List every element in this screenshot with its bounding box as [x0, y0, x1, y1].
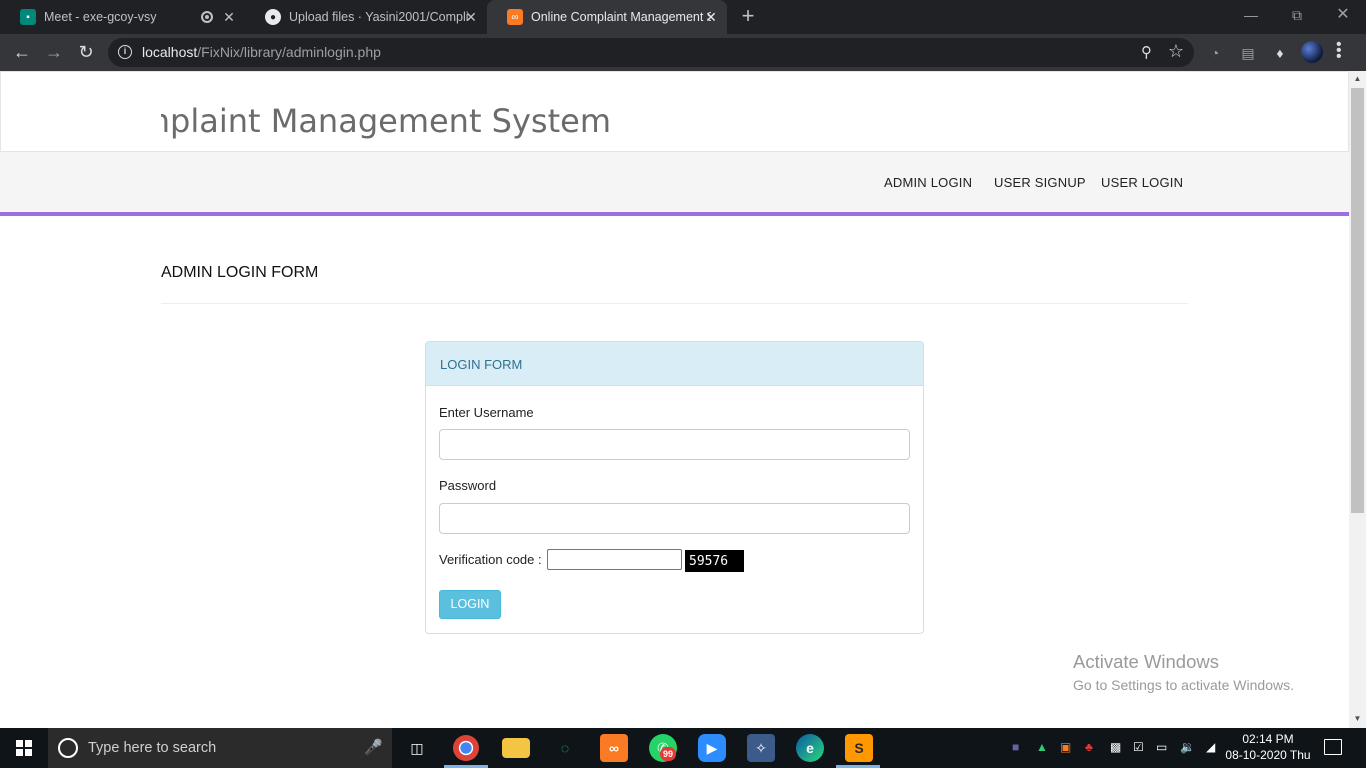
forward-button[interactable]: →: [42, 41, 66, 65]
tray-icon[interactable]: ♣: [1085, 740, 1093, 754]
tab-title: Meet - exe-gcoy-vsy: [44, 10, 157, 24]
password-input[interactable]: [439, 503, 910, 534]
tray-icon-2[interactable]: ▩: [1110, 740, 1121, 754]
activate-windows-watermark: Activate Windows Go to Settings to activ…: [1073, 651, 1294, 693]
search-placeholder: Type here to search: [88, 740, 217, 756]
action-center-icon[interactable]: [1324, 739, 1342, 755]
teams-tray-icon[interactable]: ■: [1012, 740, 1019, 754]
recording-icon: [201, 11, 213, 23]
google-meet-icon: ▪: [20, 9, 36, 25]
nav-admin-login[interactable]: ADMIN LOGIN: [884, 175, 972, 190]
extension-icon[interactable]: ◔: [1205, 43, 1225, 63]
close-icon[interactable]: ✕: [221, 9, 237, 25]
url-text[interactable]: localhost/FixNix/library/adminlogin.php: [142, 44, 381, 60]
username-input[interactable]: [439, 429, 910, 460]
close-window-button[interactable]: ✕: [1320, 4, 1366, 28]
github-icon: ●: [265, 9, 281, 25]
page-scrollbar[interactable]: ▲ ▼: [1349, 71, 1366, 728]
windows-start-icon[interactable]: [16, 740, 32, 756]
xampp-icon: ∞: [507, 9, 523, 25]
extension-chart-icon[interactable]: ▤: [1238, 43, 1258, 63]
tab-title: Online Complaint Management S: [531, 10, 711, 24]
wifi-icon[interactable]: ◢: [1206, 740, 1215, 754]
verification-label: Verification code :: [439, 552, 542, 567]
menu-icon[interactable]: • • •: [1336, 37, 1342, 65]
username-label: Enter Username: [439, 405, 534, 420]
login-button[interactable]: LOGIN: [439, 590, 501, 619]
zoom-app-icon[interactable]: ▶: [698, 734, 726, 762]
address-bar[interactable]: i localhost/FixNix/library/adminlogin.ph…: [108, 38, 1194, 67]
bookmark-star-icon[interactable]: ☆: [1168, 41, 1184, 62]
scroll-up-arrow[interactable]: ▲: [1353, 74, 1362, 83]
browser-toolbar: ← → ↻ i localhost/FixNix/library/adminlo…: [0, 34, 1366, 71]
captcha-image: 59576: [685, 550, 744, 572]
back-button[interactable]: ←: [10, 41, 34, 65]
clock-time: 02:14 PM: [1242, 732, 1294, 746]
page-heading: ADMIN LOGIN FORM: [161, 264, 319, 281]
task-view-icon[interactable]: ◫: [403, 734, 431, 762]
file-explorer-icon[interactable]: [502, 738, 530, 758]
extensions-puzzle-icon[interactable]: ♦: [1270, 43, 1290, 63]
tab-github[interactable]: ● Upload files · Yasini2001/Complia ✕: [245, 0, 487, 34]
panel-title: LOGIN FORM: [426, 342, 923, 386]
cortana-icon: [58, 738, 78, 758]
volume-icon[interactable]: 🔉: [1180, 740, 1195, 754]
app-icon[interactable]: ✧: [747, 734, 775, 762]
xampp-tray-icon[interactable]: ▣: [1060, 740, 1071, 754]
site-title: Online Complaint Management System: [161, 102, 611, 140]
loading-icon[interactable]: ◌: [551, 734, 579, 762]
new-tab-button[interactable]: +: [737, 5, 759, 28]
chrome-icon[interactable]: [453, 735, 479, 761]
scroll-down-arrow[interactable]: ▼: [1353, 714, 1362, 723]
login-panel: LOGIN FORM Enter Username Password Verif…: [425, 341, 924, 634]
site-header: Online Complaint Management System: [0, 71, 1349, 152]
site-nav: ADMIN LOGIN USER SIGNUP USER LOGIN: [0, 152, 1349, 216]
watermark-line2: Go to Settings to activate Windows.: [1073, 677, 1294, 693]
battery-icon[interactable]: ▭: [1156, 740, 1167, 754]
tab-complaint-system[interactable]: ∞ Online Complaint Management S ✕: [487, 0, 727, 34]
tab-title: Upload files · Yasini2001/Complia: [289, 10, 469, 24]
notification-badge: 99: [660, 747, 676, 761]
nav-user-login[interactable]: USER LOGIN: [1101, 175, 1183, 190]
nav-user-signup[interactable]: USER SIGNUP: [994, 175, 1086, 190]
password-label: Password: [439, 478, 497, 493]
reload-button[interactable]: ↻: [74, 41, 98, 65]
info-icon[interactable]: i: [118, 45, 132, 59]
zoom-icon[interactable]: ⚲: [1141, 43, 1152, 61]
sublime-text-icon[interactable]: S: [845, 734, 873, 762]
tray-app-icon[interactable]: ▲: [1036, 740, 1048, 754]
tab-meet[interactable]: ▪ Meet - exe-gcoy-vsy ✕: [0, 0, 245, 34]
clock-date: 08-10-2020 Thu: [1225, 748, 1311, 762]
restore-button[interactable]: ⧉: [1274, 4, 1320, 28]
browser-tabbar: ▪ Meet - exe-gcoy-vsy ✕ ● Upload files ·…: [0, 0, 1366, 34]
edge-icon[interactable]: e: [796, 734, 824, 762]
page-viewport: Online Complaint Management System ADMIN…: [0, 71, 1349, 728]
xampp-taskbar-icon[interactable]: ∞: [600, 734, 628, 762]
watermark-line1: Activate Windows: [1073, 651, 1219, 672]
verification-input[interactable]: [547, 549, 682, 570]
taskbar-search[interactable]: Type here to search 🎤: [48, 728, 392, 768]
close-icon[interactable]: ✕: [463, 9, 479, 25]
scrollbar-thumb[interactable]: [1351, 88, 1364, 513]
clock[interactable]: 02:14 PM 08-10-2020 Thu: [1225, 731, 1311, 763]
divider: [161, 303, 1188, 304]
close-icon[interactable]: ✕: [703, 9, 719, 25]
profile-avatar[interactable]: [1301, 41, 1323, 63]
microphone-icon[interactable]: 🎤: [364, 738, 383, 756]
minimize-button[interactable]: —: [1228, 4, 1274, 28]
tray-icon-3[interactable]: ☑: [1133, 740, 1144, 754]
windows-taskbar: Type here to search 🎤 ◫ ◌ ∞ ✆ 99 ▶ ✧ e S…: [0, 728, 1366, 768]
